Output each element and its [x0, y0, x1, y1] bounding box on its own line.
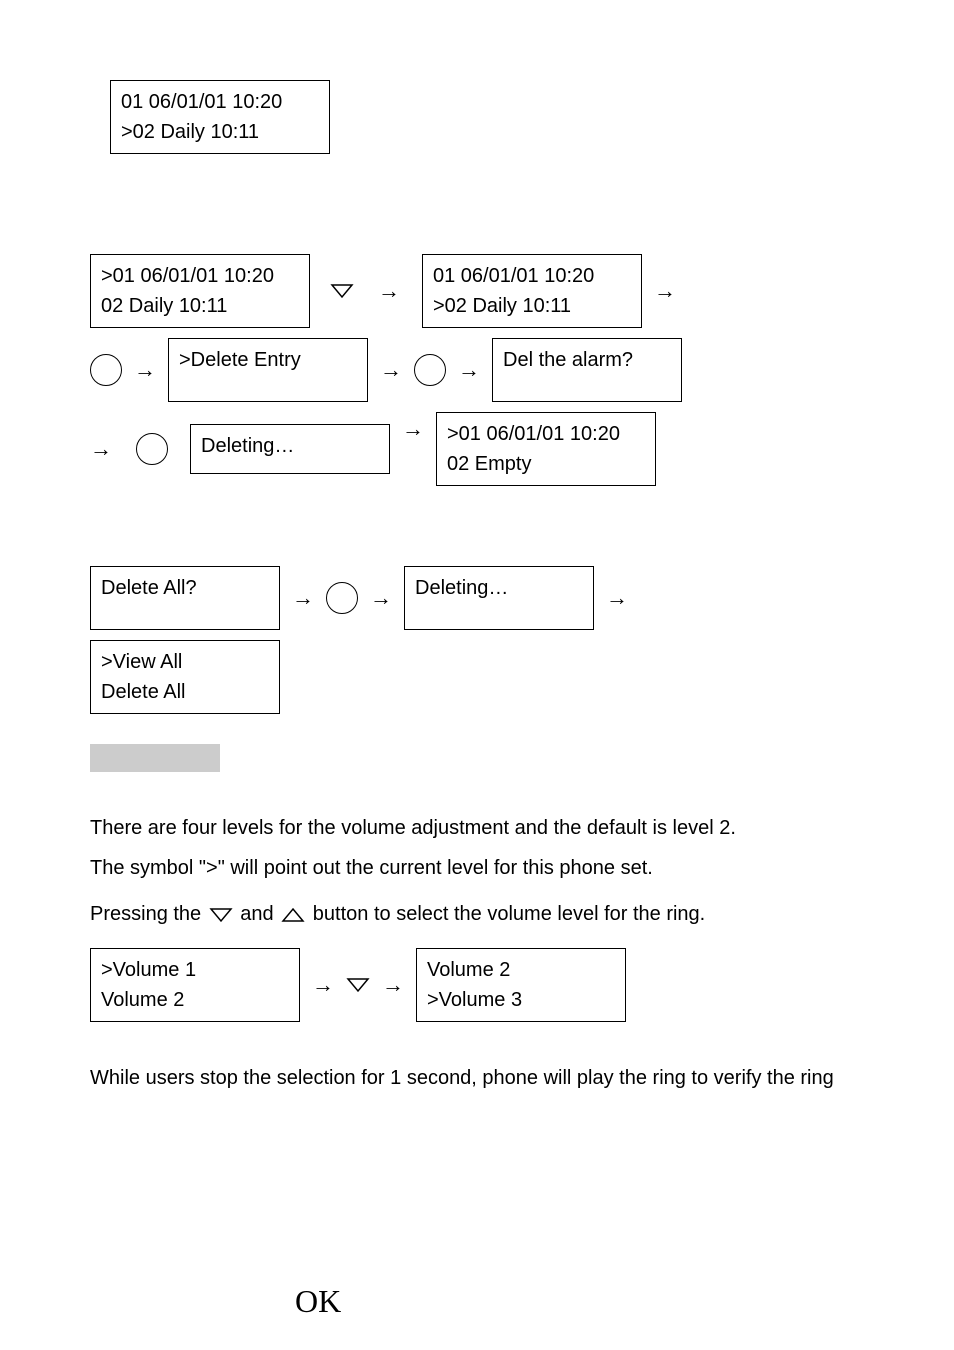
arrow-right-icon: → [594, 585, 640, 611]
lcd-line: 01 06/01/01 10:20 [121, 87, 319, 117]
lcd-line: Delete All [101, 677, 269, 707]
arrow-right-icon: → [358, 585, 404, 611]
arrow-right-icon: → [280, 585, 326, 611]
circle-button-icon [90, 354, 122, 386]
section-divider [90, 744, 220, 772]
lcd-line: Deleting… [415, 573, 583, 603]
arrow-right-icon: → [370, 972, 416, 998]
arrow-right-icon: → [122, 357, 168, 383]
circle-button-icon [136, 433, 168, 465]
paragraph-text: While users stop the selection for 1 sec… [90, 1062, 864, 1094]
text-fragment: Pressing the [90, 903, 207, 925]
text-fragment: button to select the volume level for th… [313, 903, 705, 925]
lcd-box: Delete All? [90, 566, 280, 630]
lcd-line: >02 Daily 10:11 [433, 291, 631, 321]
lcd-box: 01 06/01/01 10:20 >02 Daily 10:11 [422, 254, 642, 328]
arrow-right-icon: → [642, 278, 688, 304]
lcd-line: Delete All? [101, 573, 269, 603]
lcd-line: Del the alarm? [503, 345, 671, 375]
circle-button-icon [414, 354, 446, 386]
ok-label-overlay: OK [295, 1283, 341, 1320]
triangle-down-icon [346, 977, 370, 993]
lcd-box: >View All Delete All [90, 640, 280, 714]
lcd-box: Volume 2 >Volume 3 [416, 948, 626, 1022]
arrow-right-icon: → [368, 357, 414, 383]
arrow-right-icon: → [90, 436, 124, 462]
paragraph-text: The symbol ">" will point out the curren… [90, 852, 864, 884]
circle-button-icon [326, 582, 358, 614]
lcd-line: >02 Daily 10:11 [121, 117, 319, 147]
lcd-line: >01 06/01/01 10:20 [447, 419, 645, 449]
lcd-line: >View All [101, 647, 269, 677]
lcd-line: Volume 2 [101, 985, 289, 1015]
lcd-box: 01 06/01/01 10:20 >02 Daily 10:11 [110, 80, 330, 154]
lcd-box: Del the alarm? [492, 338, 682, 402]
lcd-box: Deleting… [404, 566, 594, 630]
lcd-box: Deleting… [190, 424, 390, 474]
lcd-box: >01 06/01/01 10:20 02 Daily 10:11 [90, 254, 310, 328]
arrow-right-icon: → [390, 412, 436, 442]
lcd-line: >Delete Entry [179, 345, 357, 375]
lcd-line: Deleting… [201, 431, 379, 461]
text-fragment: and [240, 903, 279, 925]
lcd-line: >Volume 3 [427, 985, 615, 1015]
paragraph-text: There are four levels for the volume adj… [90, 812, 864, 844]
lcd-box: >Delete Entry [168, 338, 368, 402]
triangle-down-icon [209, 907, 233, 923]
arrow-right-icon: → [300, 972, 346, 998]
lcd-box: >Volume 1 Volume 2 [90, 948, 300, 1022]
triangle-up-icon [281, 907, 305, 923]
lcd-line: >01 06/01/01 10:20 [101, 261, 299, 291]
paragraph-text: Pressing the and button to select the vo… [90, 898, 864, 930]
arrow-right-icon: → [446, 357, 492, 383]
lcd-line: >Volume 1 [101, 955, 289, 985]
lcd-line: 02 Daily 10:11 [101, 291, 299, 321]
arrow-right-icon: → [366, 278, 412, 304]
lcd-line: Volume 2 [427, 955, 615, 985]
lcd-line: 01 06/01/01 10:20 [433, 261, 631, 291]
triangle-down-icon [330, 283, 354, 299]
lcd-box: >01 06/01/01 10:20 02 Empty [436, 412, 656, 486]
lcd-line: 02 Empty [447, 449, 645, 479]
